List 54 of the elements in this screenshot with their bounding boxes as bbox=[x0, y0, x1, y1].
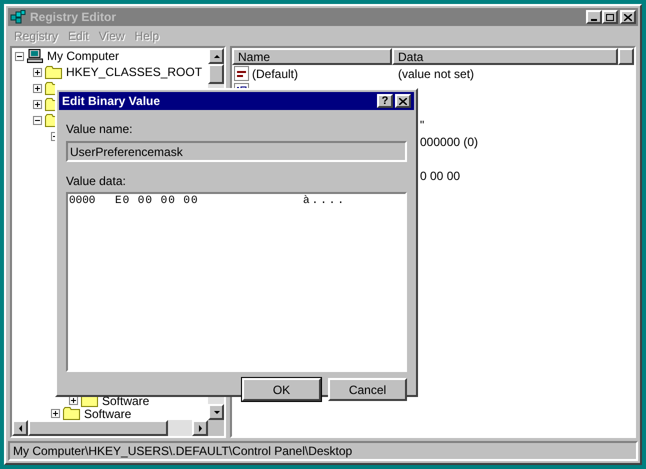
status-bar: My Computer\HKEY_USERS\.DEFAULT\Control Panel\Desktop bbox=[8, 441, 638, 461]
close-icon bbox=[624, 14, 632, 20]
maximize-icon bbox=[606, 14, 614, 20]
expand-icon[interactable] bbox=[33, 84, 42, 92]
window-title: Registry Editor bbox=[30, 9, 118, 26]
scroll-thumb[interactable] bbox=[208, 64, 224, 84]
value-data-field[interactable]: 0000 E0 00 00 00 à.... bbox=[66, 192, 407, 372]
folder-icon bbox=[45, 98, 55, 110]
string-value-icon bbox=[234, 66, 250, 82]
column-header[interactable]: Name bbox=[232, 48, 392, 65]
folder-icon bbox=[63, 407, 80, 420]
horizontal-scrollbar[interactable] bbox=[12, 420, 208, 436]
tree-item[interactable]: Software bbox=[101, 394, 150, 408]
close-icon bbox=[399, 98, 407, 104]
value-data: " bbox=[419, 116, 424, 134]
value-name[interactable]: (Default) bbox=[252, 64, 298, 82]
folder-icon bbox=[45, 114, 55, 126]
tree-item[interactable]: Software bbox=[83, 406, 132, 420]
value-data: 000000 (0) bbox=[419, 134, 478, 150]
field-label: Value data: bbox=[66, 173, 127, 190]
tree-item[interactable]: HKEY_CLASSES_ROOT bbox=[65, 65, 204, 79]
dialog-title: Edit Binary Value bbox=[62, 93, 160, 110]
registry-cubes-icon bbox=[10, 10, 26, 24]
tree-item[interactable]: My Computer bbox=[46, 49, 120, 63]
scroll-thumb[interactable] bbox=[28, 420, 168, 436]
expand-icon[interactable] bbox=[51, 409, 60, 418]
close-button[interactable] bbox=[395, 94, 411, 108]
scroll-up-button[interactable] bbox=[208, 48, 224, 64]
close-button[interactable] bbox=[620, 10, 636, 24]
value-name-field[interactable]: UserPreferencemask bbox=[66, 141, 407, 162]
value-data: 0 00 00 bbox=[419, 168, 460, 184]
collapse-icon[interactable] bbox=[33, 116, 42, 124]
maximize-button[interactable] bbox=[602, 10, 618, 24]
collapse-icon[interactable] bbox=[15, 52, 24, 60]
column-header[interactable] bbox=[618, 48, 634, 65]
folder-icon bbox=[45, 66, 62, 78]
hex-offset: 0000 bbox=[69, 194, 96, 209]
scrollbar-corner bbox=[208, 420, 224, 436]
dialog-button[interactable]: Cancel bbox=[328, 378, 407, 401]
scroll-down-button[interactable] bbox=[208, 404, 224, 420]
expand-icon[interactable] bbox=[33, 68, 42, 76]
column-header[interactable]: Data bbox=[392, 48, 618, 65]
scroll-left-button[interactable] bbox=[12, 420, 28, 436]
hex-bytes: E0 00 00 00 bbox=[115, 194, 200, 209]
value-data: (value not set) bbox=[397, 66, 474, 82]
computer-icon bbox=[27, 49, 43, 63]
scroll-right-button[interactable] bbox=[192, 420, 208, 436]
ascii-text: à.... bbox=[303, 194, 346, 209]
minimize-button[interactable] bbox=[586, 10, 602, 24]
help-button[interactable]: ? bbox=[377, 94, 393, 108]
expand-icon[interactable] bbox=[33, 100, 42, 108]
dialog-button[interactable]: OK bbox=[242, 378, 321, 401]
field-label: Value name: bbox=[66, 121, 134, 138]
folder-icon bbox=[45, 82, 55, 94]
